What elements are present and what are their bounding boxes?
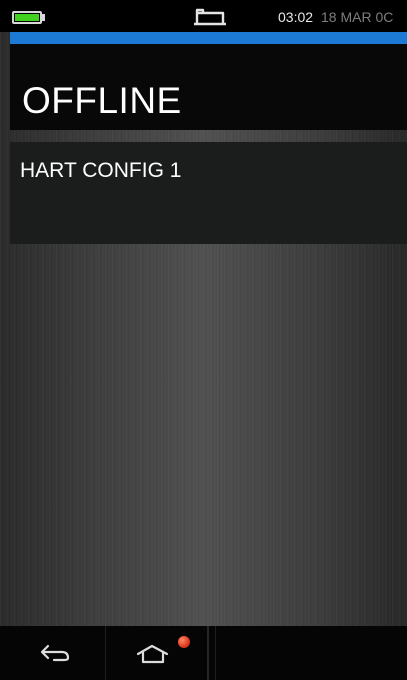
battery-icon [12,11,42,24]
status-bar: 03:02 18 MAR 0C [0,0,407,32]
navigation-bar [0,626,407,680]
device-screen: 03:02 18 MAR 0C OFFLINE HART CONFIG 1 [0,0,407,680]
back-arrow-icon [40,644,70,662]
status-date: 18 MAR 0C [321,9,394,25]
home-button[interactable] [106,626,209,680]
nav-empty-slot [215,626,407,680]
list-item-hart-config[interactable]: HART CONFIG 1 [10,142,407,244]
battery-tip [42,14,45,21]
accent-bar [10,32,407,44]
title-bar: OFFLINE [10,44,407,130]
battery-level-fill [15,14,39,21]
home-icon [136,644,169,664]
notification-dot [178,636,190,648]
page-title: OFFLINE [22,80,182,121]
back-button[interactable] [0,626,106,680]
list-item-label: HART CONFIG 1 [20,159,182,182]
usb-connector-icon [194,8,226,26]
status-time: 03:02 [278,9,314,25]
